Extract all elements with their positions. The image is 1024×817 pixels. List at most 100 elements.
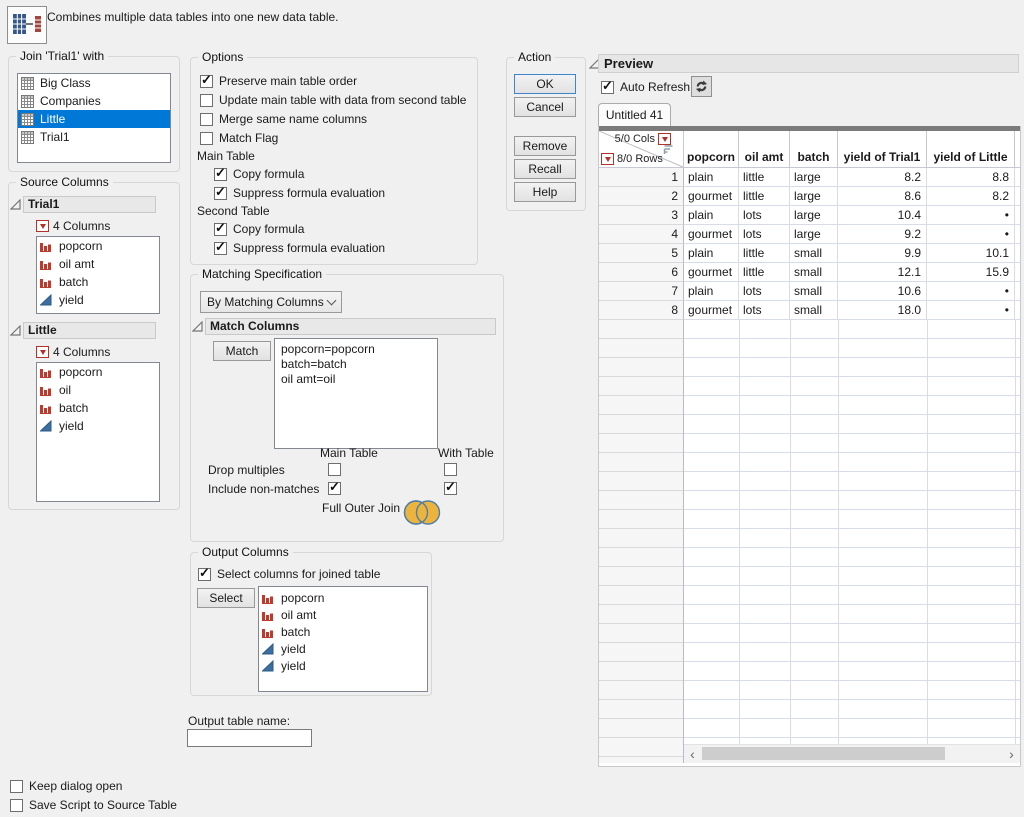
keep-dialog-open-checkbox[interactable]: Keep dialog open <box>10 779 122 793</box>
preview-cell[interactable]: 10.1 <box>927 244 1015 263</box>
sort-order-icon[interactable] <box>663 144 674 155</box>
column-item[interactable]: popcorn <box>37 237 159 255</box>
drop-multiples-with-checkbox[interactable] <box>444 462 457 476</box>
preview-cell[interactable]: little <box>739 263 790 282</box>
preview-cell[interactable]: little <box>739 244 790 263</box>
preview-cell[interactable]: plain <box>684 244 739 263</box>
preview-cell[interactable]: 8.2 <box>927 187 1015 206</box>
preview-cell[interactable]: plain <box>684 282 739 301</box>
column-item[interactable]: oil amt <box>259 606 427 623</box>
preview-column-header[interactable]: yield of Little <box>927 131 1015 168</box>
column-item[interactable]: batch <box>37 273 159 291</box>
preview-cell[interactable]: large <box>790 206 838 225</box>
preview-cell[interactable]: 10.6 <box>838 282 927 301</box>
scroll-right-arrow[interactable]: › <box>1003 745 1020 763</box>
preview-cell[interactable]: lots <box>739 301 790 320</box>
preview-cell[interactable]: lots <box>739 225 790 244</box>
tab-untitled-41[interactable]: Untitled 41 <box>598 103 671 127</box>
column-item[interactable]: popcorn <box>37 363 159 381</box>
scrollbar-thumb[interactable] <box>702 747 945 760</box>
merge-columns-checkbox[interactable]: Merge same name columns <box>200 112 367 126</box>
preview-column-header[interactable]: oil amt <box>739 131 790 168</box>
column-item[interactable]: yield <box>37 291 159 309</box>
help-button[interactable]: Help <box>514 182 576 202</box>
preview-cell[interactable]: lots <box>739 282 790 301</box>
match-button[interactable]: Match <box>213 341 271 361</box>
column-item[interactable]: batch <box>37 399 159 417</box>
scrollbar-track[interactable] <box>701 745 1003 763</box>
column-item[interactable]: oil <box>37 381 159 399</box>
match-flag-checkbox[interactable]: Match Flag <box>200 131 278 145</box>
second-copy-formula-checkbox[interactable]: ✓ Copy formula <box>214 222 304 236</box>
match-columns-header[interactable]: Match Columns <box>205 318 496 335</box>
disclosure-triangle-icon[interactable] <box>10 199 21 210</box>
preview-cell[interactable]: lots <box>739 206 790 225</box>
preview-column-header[interactable]: batch <box>790 131 838 168</box>
preview-column-header[interactable]: popcorn <box>684 131 739 168</box>
red-triangle-menu-icon[interactable] <box>601 153 614 165</box>
column-item[interactable]: yield <box>259 657 427 674</box>
preview-cell[interactable]: little <box>739 168 790 187</box>
disclosure-triangle-icon[interactable] <box>192 321 203 332</box>
matching-method-dropdown[interactable]: By Matching Columns <box>200 291 342 313</box>
horizontal-scrollbar[interactable]: ‹ › <box>684 744 1020 763</box>
preview-row-header[interactable]: 6 <box>599 263 684 282</box>
select-button[interactable]: Select <box>197 588 255 608</box>
preview-row-header[interactable]: 7 <box>599 282 684 301</box>
match-pairs-list[interactable]: popcorn=popcorn batch=batch oil amt=oil <box>274 338 438 449</box>
remove-button[interactable]: Remove <box>514 136 576 156</box>
include-non-matches-with-checkbox[interactable]: ✓ <box>444 481 457 495</box>
preview-cell[interactable]: 10.4 <box>838 206 927 225</box>
rows-menu[interactable]: 8/0 Rows <box>601 153 663 165</box>
update-main-checkbox[interactable]: Update main table with data from second … <box>200 93 466 107</box>
preview-cell[interactable]: 9.9 <box>838 244 927 263</box>
preview-cell[interactable]: gourmet <box>684 187 739 206</box>
recall-button[interactable]: Recall <box>514 159 576 179</box>
preview-cell[interactable]: large <box>790 168 838 187</box>
source-group-header[interactable]: Trial1 <box>23 196 156 213</box>
drop-multiples-main-checkbox[interactable] <box>328 462 341 476</box>
preview-cell[interactable]: 15.9 <box>927 263 1015 282</box>
preview-row-header[interactable]: 3 <box>599 206 684 225</box>
disclosure-triangle-icon[interactable] <box>10 325 21 336</box>
save-script-checkbox[interactable]: Save Script to Source Table <box>10 798 177 812</box>
scroll-left-arrow[interactable]: ‹ <box>684 745 701 763</box>
auto-refresh-checkbox[interactable]: ✓ Auto Refresh <box>601 80 690 94</box>
preview-cell[interactable]: large <box>790 187 838 206</box>
preview-row-header[interactable]: 4 <box>599 225 684 244</box>
source-group-header[interactable]: Little <box>23 322 156 339</box>
column-item[interactable]: batch <box>259 623 427 640</box>
main-suppress-formula-checkbox[interactable]: ✓ Suppress formula evaluation <box>214 186 385 200</box>
column-item[interactable]: oil amt <box>37 255 159 273</box>
main-copy-formula-checkbox[interactable]: ✓ Copy formula <box>214 167 304 181</box>
preview-cell[interactable]: 8.6 <box>838 187 927 206</box>
list-item[interactable]: Companies <box>18 92 170 110</box>
include-non-matches-main-checkbox[interactable]: ✓ <box>328 481 341 495</box>
preview-cell[interactable]: • <box>927 206 1015 225</box>
preview-cell[interactable]: 12.1 <box>838 263 927 282</box>
preview-row-header[interactable]: 8 <box>599 301 684 320</box>
red-triangle-menu-icon[interactable] <box>36 346 49 358</box>
refresh-button[interactable] <box>691 76 712 97</box>
column-item[interactable]: yield <box>37 417 159 435</box>
column-item[interactable]: popcorn <box>259 589 427 606</box>
preview-cell[interactable]: plain <box>684 168 739 187</box>
preview-row-header[interactable]: 1 <box>599 168 684 187</box>
preview-cell[interactable]: 9.2 <box>838 225 927 244</box>
preview-cell[interactable]: small <box>790 301 838 320</box>
preview-cell[interactable]: small <box>790 263 838 282</box>
preview-cell[interactable]: 8.2 <box>838 168 927 187</box>
ok-button[interactable]: OK <box>514 74 576 94</box>
preview-cell[interactable]: 18.0 <box>838 301 927 320</box>
preview-column-header[interactable]: yield of Trial1 <box>838 131 927 168</box>
preview-cell[interactable]: gourmet <box>684 225 739 244</box>
preview-cell[interactable]: little <box>739 187 790 206</box>
preview-cell[interactable]: gourmet <box>684 263 739 282</box>
preview-cell[interactable]: small <box>790 244 838 263</box>
output-table-name-input[interactable] <box>187 729 312 747</box>
preview-cell[interactable]: • <box>927 225 1015 244</box>
preview-cell[interactable]: gourmet <box>684 301 739 320</box>
preview-row-header[interactable]: 5 <box>599 244 684 263</box>
preview-header[interactable]: Preview <box>598 54 1019 73</box>
preview-cell[interactable]: 8.8 <box>927 168 1015 187</box>
